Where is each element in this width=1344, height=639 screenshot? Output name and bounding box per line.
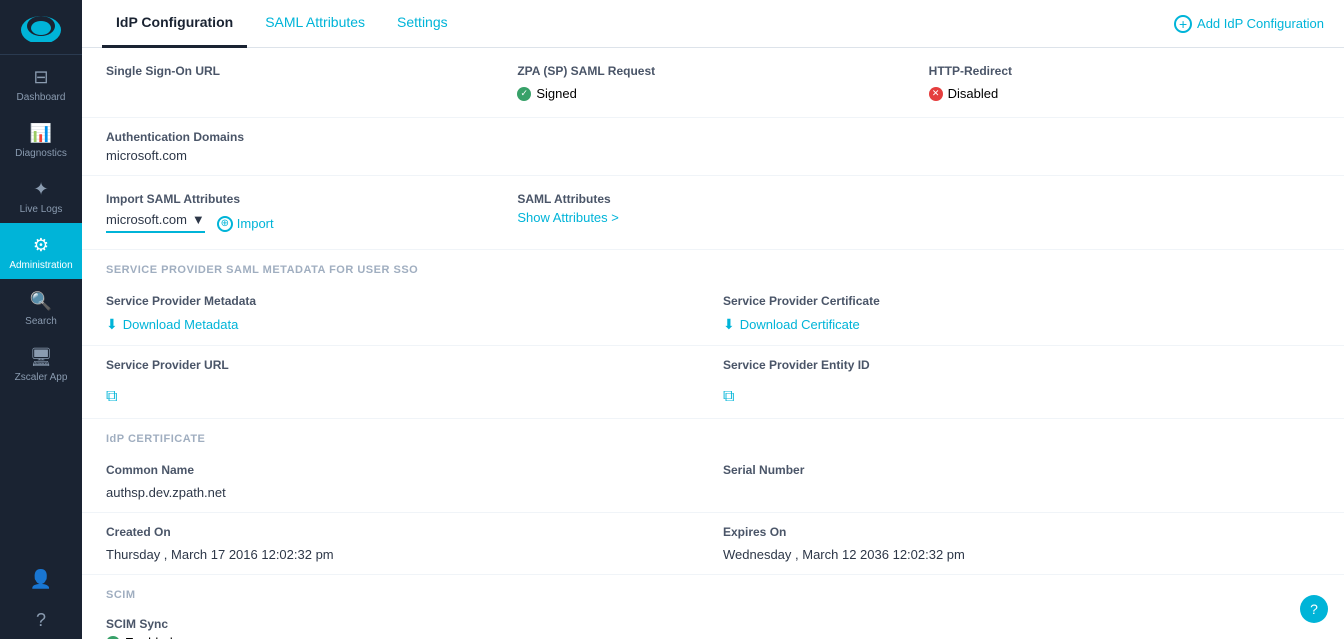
scim-sync-badge: ✓ Enabled — [106, 635, 1320, 639]
live-logs-icon: ✦ — [33, 179, 48, 200]
download-certificate-button[interactable]: ⬇ Download Certificate — [723, 316, 1320, 333]
scim-section-header: SCIM — [82, 575, 1344, 607]
download-metadata-button[interactable]: ⬇ Download Metadata — [106, 316, 703, 333]
sidebar-item-administration[interactable]: ⚙ Administration — [0, 223, 82, 279]
sso-url-row: Single Sign-On URL ZPA (SP) SAML Request… — [82, 48, 1344, 118]
administration-icon: ⚙ — [33, 235, 49, 256]
sidebar-item-search[interactable]: 🔍 Search — [0, 279, 82, 335]
saml-attributes-field: SAML Attributes Show Attributes > — [517, 192, 908, 225]
zpa-saml-field: ZPA (SP) SAML Request ✓ Signed — [517, 64, 908, 101]
tab-saml-attributes[interactable]: SAML Attributes — [251, 0, 379, 48]
sidebar-item-dashboard[interactable]: ⊟ Dashboard — [0, 55, 82, 111]
common-name-row: Common Name authsp.dev.zpath.net Serial … — [82, 451, 1344, 513]
disabled-icon: ✕ — [929, 87, 943, 101]
user-icon: 👤 — [30, 569, 52, 590]
serial-number-field: Serial Number — [723, 463, 1320, 500]
import-button[interactable]: ⊕ Import — [217, 216, 274, 232]
sp-section-header: SERVICE PROVIDER SAML METADATA FOR USER … — [82, 250, 1344, 282]
sp-certificate-field: Service Provider Certificate ⬇ Download … — [723, 294, 1320, 333]
sp-url-field: Service Provider URL ⧉ — [106, 358, 703, 406]
http-redirect-badge: ✕ Disabled — [929, 86, 1320, 101]
sidebar-item-zscaler-app[interactable]: 🖥 Zscaler App — [0, 335, 82, 391]
sidebar-item-diagnostics[interactable]: 📊 Diagnostics — [0, 111, 82, 167]
sidebar-item-help[interactable]: ? — [0, 598, 82, 639]
sidebar-item-user[interactable]: 👤 — [0, 557, 82, 598]
import-circle-icon: ⊕ — [217, 216, 233, 232]
sidebar-item-live-logs[interactable]: ✦ Live Logs — [0, 167, 82, 223]
dropdown-arrow-icon: ▼ — [192, 212, 205, 227]
scim-enabled-icon: ✓ — [106, 636, 120, 639]
sp-metadata-row: Service Provider Metadata ⬇ Download Met… — [82, 282, 1344, 346]
show-attributes-link[interactable]: Show Attributes > — [517, 210, 908, 225]
tab-idp-configuration[interactable]: IdP Configuration — [102, 0, 247, 48]
download-metadata-icon: ⬇ — [106, 316, 118, 333]
content-area: Single Sign-On URL ZPA (SP) SAML Request… — [82, 48, 1344, 639]
sp-metadata-field: Service Provider Metadata ⬇ Download Met… — [106, 294, 703, 333]
floating-help-icon: ? — [1310, 601, 1318, 617]
help-icon: ? — [36, 610, 46, 631]
scim-sync-row: SCIM Sync ✓ Enabled — [82, 607, 1344, 639]
dashboard-icon: ⊟ — [33, 67, 48, 88]
zscaler-app-icon: 🖥 — [30, 347, 53, 368]
zpa-signed-badge: ✓ Signed — [517, 86, 908, 101]
plus-icon: + — [1174, 15, 1192, 33]
sidebar-logo — [0, 0, 82, 55]
diagnostics-icon: 📊 — [30, 123, 52, 144]
auth-domains-row: Authentication Domains microsoft.com — [82, 118, 1344, 176]
sp-entity-copy-icon[interactable]: ⧉ — [723, 388, 734, 405]
http-redirect-field: HTTP-Redirect ✕ Disabled — [929, 64, 1320, 101]
idp-cert-section-header: IdP CERTIFICATE — [82, 419, 1344, 451]
dates-row: Created On Thursday , March 17 2016 12:0… — [82, 513, 1344, 575]
common-name-field: Common Name authsp.dev.zpath.net — [106, 463, 703, 500]
main-content: IdP Configuration SAML Attributes Settin… — [82, 0, 1344, 639]
import-saml-row: Import SAML Attributes microsoft.com ▼ ⊕… — [82, 176, 1344, 250]
sp-url-row: Service Provider URL ⧉ Service Provider … — [82, 346, 1344, 419]
created-on-field: Created On Thursday , March 17 2016 12:0… — [106, 525, 703, 562]
tab-settings[interactable]: Settings — [383, 0, 462, 48]
expires-on-field: Expires On Wednesday , March 12 2036 12:… — [723, 525, 1320, 562]
sp-url-copy-icon[interactable]: ⧉ — [106, 388, 117, 405]
download-certificate-icon: ⬇ — [723, 316, 735, 333]
add-idp-button[interactable]: + Add IdP Configuration — [1174, 15, 1324, 33]
search-icon: 🔍 — [30, 291, 52, 312]
signed-icon: ✓ — [517, 87, 531, 101]
top-nav: IdP Configuration SAML Attributes Settin… — [82, 0, 1344, 48]
sp-entity-id-field: Service Provider Entity ID ⧉ — [723, 358, 1320, 406]
floating-help-button[interactable]: ? — [1300, 595, 1328, 623]
import-saml-field: Import SAML Attributes microsoft.com ▼ ⊕… — [106, 192, 497, 233]
sidebar: ⊟ Dashboard 📊 Diagnostics ✦ Live Logs ⚙ … — [0, 0, 82, 639]
saml-dropdown[interactable]: microsoft.com ▼ — [106, 212, 205, 233]
single-sign-on-field: Single Sign-On URL — [106, 64, 497, 101]
